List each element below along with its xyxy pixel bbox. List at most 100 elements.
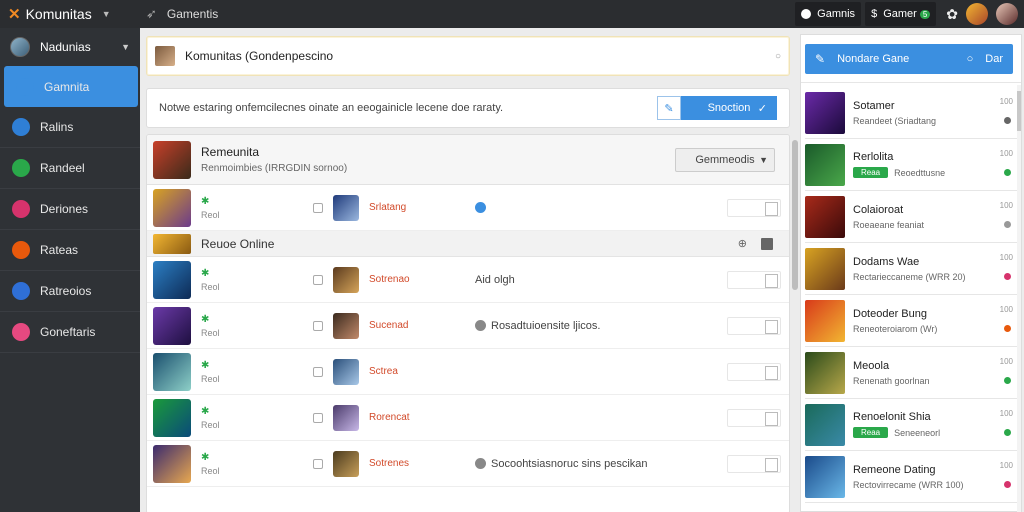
scrollbar-thumb[interactable] <box>792 140 798 290</box>
rocket-icon: ➶ <box>146 6 157 21</box>
status-dot <box>1004 221 1011 228</box>
game-count: 100 <box>999 305 1013 314</box>
list-subtitle: Renmoimbies (IRRGDIN sornoo) <box>201 163 348 174</box>
avatar[interactable] <box>966 3 988 25</box>
game-list-item[interactable]: Colaioroat Roeaeane feaniat 100 <box>805 191 1017 243</box>
game-tag: Reaa <box>853 427 889 438</box>
game-list-item[interactable]: Sotamer Reandeet (Sriadtang 100 <box>805 87 1017 139</box>
member-note <box>475 202 491 213</box>
row-action-box[interactable] <box>727 454 781 473</box>
lock-icon[interactable]: ⊕ <box>738 237 747 250</box>
gear-icon[interactable]: ✿ <box>946 6 958 23</box>
right-scrollbar[interactable] <box>1017 85 1021 512</box>
table-row[interactable]: ✱ Reol Srlatang <box>147 185 789 231</box>
member-name[interactable]: Sotrenes <box>369 458 409 469</box>
game-avatar <box>333 358 359 385</box>
member-note-text: Aid olgh <box>475 273 515 286</box>
sidebar-item-5[interactable]: Ratreoios <box>0 271 140 312</box>
sidebar-item-2[interactable]: Randeel <box>0 148 140 189</box>
game-list-item[interactable]: Renoelonit Shia Reaa Seneeneorl 100 <box>805 399 1017 451</box>
game-name: Meoola <box>853 359 890 372</box>
top-button-2[interactable]: $ Gamer 5 <box>865 2 937 26</box>
star-icon: ✱ <box>201 195 210 207</box>
game-list-item[interactable]: Dodams Wae Rectarieccaneme (WRR 20) 100 <box>805 243 1017 295</box>
right-panel: ✎ Nondare Gane ○ Dar Sotamer Reandeet (Sr… <box>800 34 1022 512</box>
member-level: Reol <box>201 465 220 476</box>
star-icon: ✱ <box>201 451 210 463</box>
member-avatar[interactable] <box>153 188 191 227</box>
member-avatar[interactable] <box>153 444 191 483</box>
square-icon[interactable] <box>761 237 773 250</box>
edit-icon[interactable]: ✎ <box>657 96 681 120</box>
sidebar-item-icon <box>16 77 34 96</box>
member-name[interactable]: Sctrea <box>369 366 398 377</box>
game-name: Colaioroat <box>853 203 904 216</box>
member-avatar[interactable] <box>153 260 191 299</box>
member-name[interactable]: Sotrenao <box>369 274 410 285</box>
member-avatar[interactable] <box>153 398 191 437</box>
game-avatar <box>333 312 359 339</box>
game-count: 100 <box>999 97 1013 106</box>
star-icon: ✱ <box>201 313 210 325</box>
table-row[interactable]: ✱ Reol Rorencat <box>147 395 789 441</box>
row-action-box[interactable] <box>727 316 781 335</box>
close-icon[interactable]: ○ <box>775 51 781 62</box>
member-name[interactable]: Rorencat <box>369 412 410 423</box>
game-icon <box>805 195 845 238</box>
member-avatar[interactable] <box>153 306 191 345</box>
scrollbar-thumb[interactable] <box>1017 91 1021 131</box>
row-checkbox[interactable] <box>313 274 323 285</box>
row-action-box[interactable] <box>727 198 781 217</box>
new-game-button[interactable]: ✎ Nondare Gane ○ Dar <box>805 43 1013 74</box>
top-bar: ✕ Komunitas ▼ ➶ Gamentis Gamnis $ Gamer … <box>0 0 1024 28</box>
status-dot <box>1004 273 1011 280</box>
star-icon: ✱ <box>201 267 210 279</box>
row-checkbox[interactable] <box>313 366 323 377</box>
sort-select-label: Gemmeodis <box>695 153 755 166</box>
table-row[interactable]: ✱ Reol Sotrenao Aid olgh <box>147 257 789 303</box>
member-avatar[interactable] <box>153 352 191 391</box>
row-checkbox[interactable] <box>313 320 323 331</box>
member-name[interactable]: Srlatang <box>369 202 406 213</box>
game-list-item[interactable]: Rerlolita Reaa Reoedttusne 100 <box>805 139 1017 191</box>
sidebar-item-3[interactable]: Deriones <box>0 189 140 230</box>
row-checkbox[interactable] <box>313 458 323 469</box>
row-action-box[interactable] <box>727 362 781 381</box>
top-tool-label: Gamentis <box>166 7 219 21</box>
main-scrollbar[interactable] <box>792 136 798 512</box>
sidebar-item-6[interactable]: Goneftaris <box>0 312 140 353</box>
sidebar-item-4[interactable]: Rateas <box>0 230 140 271</box>
section-button[interactable]: Snoction ✓ <box>681 96 777 120</box>
chevron-down-icon[interactable]: ▼ <box>121 42 130 52</box>
table-row[interactable]: ✱ Reol Sucenad Rosadtuioensite ljicos. <box>147 303 789 349</box>
row-checkbox[interactable] <box>313 412 323 423</box>
page-title: Komunitas (Gondenpescino <box>185 49 334 63</box>
game-name: Remeone Dating <box>853 463 936 476</box>
avatar-secondary[interactable] <box>996 3 1018 25</box>
row-action-box[interactable] <box>727 408 781 427</box>
list-title: Remeunita <box>201 145 260 159</box>
game-count: 100 <box>999 253 1013 262</box>
sidebar-item-1[interactable]: Ralins <box>0 107 140 148</box>
member-name[interactable]: Sucenad <box>369 320 408 331</box>
top-button-1[interactable]: Gamnis <box>795 2 862 26</box>
game-count: 100 <box>999 357 1013 366</box>
game-list-item[interactable]: Remeone Dating Rectovirrecame (WRR 100) 10… <box>805 451 1017 503</box>
game-list-item[interactable]: Meoola Renenath goorlnan 100 <box>805 347 1017 399</box>
sort-select[interactable]: Gemmeodis ▼ <box>675 147 775 172</box>
status-dot <box>1004 377 1011 384</box>
chevron-down-icon[interactable]: ▼ <box>102 9 111 19</box>
game-subtitle: Reaa Reoedttusne <box>853 167 945 178</box>
game-count: 100 <box>999 149 1013 158</box>
app-logo[interactable]: ✕ Komunitas ▼ <box>0 5 138 23</box>
row-checkbox[interactable] <box>313 202 323 213</box>
row-action-box[interactable] <box>727 270 781 289</box>
top-tool[interactable]: ➶ Gamentis <box>146 6 218 22</box>
sidebar-user[interactable]: Nadunias ▼ <box>0 28 140 66</box>
main-content: Komunitas (Gondenpescino ○ Notwe estarin… <box>146 36 790 512</box>
sidebar-item-0[interactable]: Gamnita <box>4 66 138 107</box>
table-row[interactable]: ✱ Reol Sctrea <box>147 349 789 395</box>
table-row[interactable]: ✱ Reol Sotrenes Socoohtsiasnoruc sins pesci… <box>147 441 789 487</box>
check-icon: ✓ <box>757 102 767 115</box>
game-list-item[interactable]: Doteoder Bung Reneoteroiarom (Wr) 100 <box>805 295 1017 347</box>
